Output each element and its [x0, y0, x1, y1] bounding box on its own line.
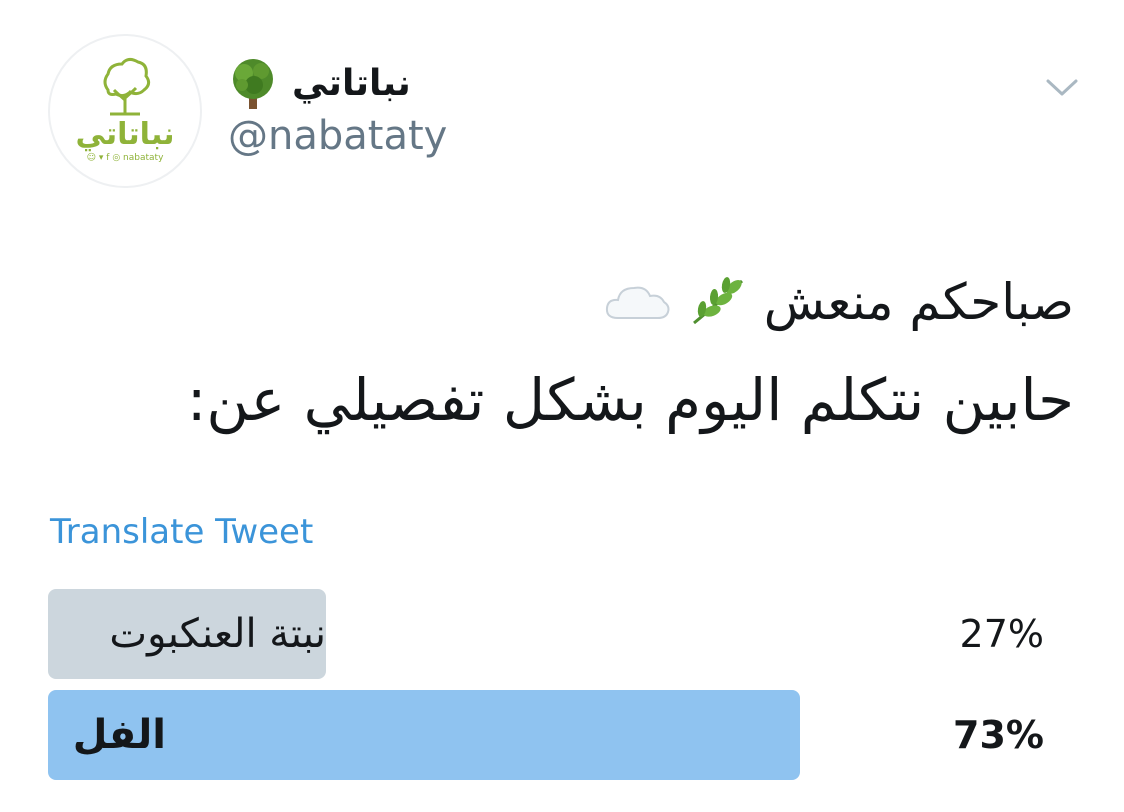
- display-name-row[interactable]: نباتاتي: [228, 56, 411, 112]
- herb-emoji-icon: [692, 277, 743, 325]
- tweet-line-2-text: حابين نتكلم اليوم بشكل تفصيلي عن:: [186, 366, 1074, 434]
- snapchat-icon: ☺: [86, 153, 96, 163]
- facebook-icon: f: [106, 153, 110, 163]
- poll-option-1[interactable]: نبتة العنكبوت 27%: [48, 589, 1044, 679]
- tweet-text-line-2: حابين نتكلم اليوم بشكل تفصيلي عن:: [187, 362, 1074, 438]
- tweet-text-line-1: صباحكم منعش: [604, 270, 1074, 334]
- cloud-emoji-icon: [605, 286, 670, 319]
- poll-option-2-percent: 73%: [953, 713, 1044, 757]
- chevron-down-icon: [1046, 79, 1078, 96]
- tweet-menu-button[interactable]: [1042, 72, 1082, 102]
- display-name: نباتاتي: [292, 63, 411, 104]
- translate-tweet-link[interactable]: Translate Tweet: [50, 513, 313, 551]
- twitter-icon: ▾: [98, 153, 104, 163]
- logo-social-text: nabataty: [123, 153, 164, 163]
- logo-text: نباتاتي: [75, 117, 175, 152]
- tree-logo-icon: [103, 57, 151, 116]
- avatar[interactable]: نباتاتي ☺ ▾ f ◎ nabataty: [48, 34, 202, 188]
- logo-social-row: ☺ ▾ f ◎ nabataty: [50, 154, 200, 163]
- tweet-line-1-text: صباحكم منعش: [763, 273, 1074, 331]
- poll-option-2[interactable]: الفل 73%: [48, 690, 1044, 780]
- deciduous-tree-emoji-icon: [233, 59, 273, 109]
- instagram-icon: ◎: [112, 153, 121, 163]
- poll-option-1-label: نبتة العنكبوت: [109, 611, 326, 657]
- user-handle[interactable]: @nabataty: [228, 114, 447, 158]
- poll-option-1-percent: 27%: [959, 612, 1044, 656]
- poll-option-2-label: الفل: [72, 712, 166, 758]
